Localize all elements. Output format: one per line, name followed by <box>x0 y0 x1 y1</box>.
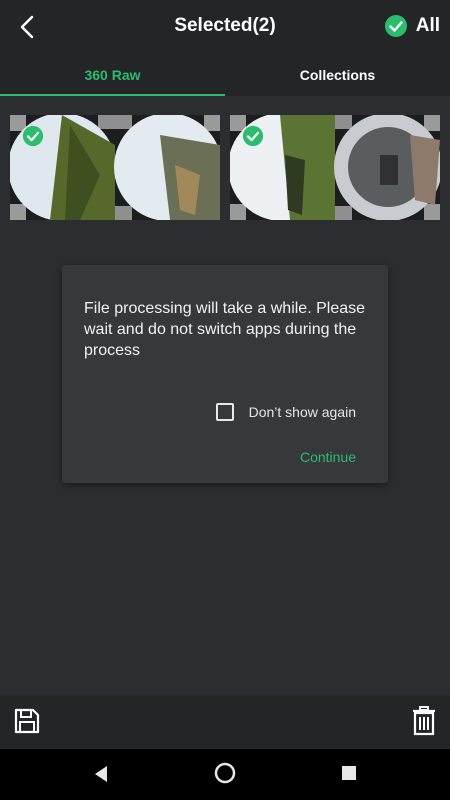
page-title: Selected(2) <box>174 15 276 36</box>
triangle-back-icon <box>95 766 107 782</box>
check-circle-icon <box>384 15 407 37</box>
nav-home-button[interactable] <box>214 762 236 789</box>
check-circle-icon <box>22 125 44 147</box>
top-bar: Selected(2) All <box>0 0 450 54</box>
circle-home-icon <box>214 762 236 784</box>
media-thumbnail[interactable] <box>230 115 440 220</box>
check-circle-icon <box>242 125 264 147</box>
select-all-button[interactable]: All <box>384 14 440 38</box>
selected-badge <box>242 125 264 147</box>
selected-badge <box>22 125 44 147</box>
dont-show-again-label: Don’t show again <box>248 404 356 420</box>
select-all-label: All <box>415 15 440 36</box>
continue-button[interactable]: Continue <box>300 449 356 465</box>
system-nav-bar <box>0 749 450 800</box>
dont-show-again-checkbox[interactable] <box>215 403 234 421</box>
tab-360-raw[interactable]: 360 Raw <box>0 54 225 96</box>
media-thumbnail[interactable] <box>10 115 220 220</box>
delete-button[interactable] <box>412 706 436 741</box>
tab-bar: 360 Raw Collections <box>0 54 450 96</box>
dont-show-again-option[interactable]: Don’t show again <box>215 403 356 421</box>
save-button[interactable] <box>13 707 41 740</box>
dialog-message: File processing will take a while. Pleas… <box>84 300 366 359</box>
trash-icon <box>413 706 435 736</box>
tab-collections[interactable]: Collections <box>225 54 450 96</box>
processing-dialog: File processing will take a while. Pleas… <box>62 265 388 483</box>
save-icon <box>14 708 40 734</box>
square-recents-icon <box>342 766 356 780</box>
nav-back-button[interactable] <box>93 764 109 789</box>
bottom-action-bar <box>0 695 450 749</box>
nav-recents-button[interactable] <box>342 766 356 785</box>
